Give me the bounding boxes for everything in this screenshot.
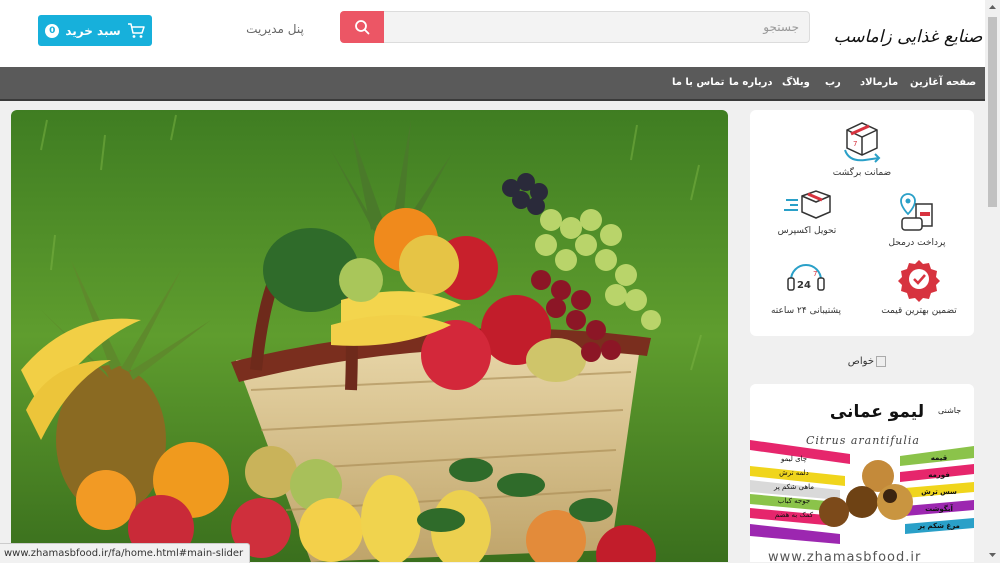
nav-item-about[interactable]: درباره ما xyxy=(729,67,773,99)
svg-text:7: 7 xyxy=(813,270,817,278)
promo-tag: چای لیمو xyxy=(780,455,808,463)
khavas-alt-text: خواص xyxy=(847,355,874,367)
promo-tag: مرغ شکم پر xyxy=(918,522,960,530)
khavas-image-link[interactable]: خواص xyxy=(842,353,886,369)
search-button[interactable] xyxy=(340,11,384,43)
search-bar xyxy=(340,11,810,43)
main-nav: صفحه آغازین مارمالاد رب وبلاگ درباره ما … xyxy=(0,67,985,101)
feature-best-price: تضمین بهترین قیمت xyxy=(876,258,962,316)
promo-tag: فورمه xyxy=(928,471,950,479)
feature-label: پشتیبانی ۲۴ ساعته xyxy=(770,306,842,316)
nav-item-home[interactable]: صفحه آغازین xyxy=(910,67,976,99)
feature-label: پرداخت درمحل xyxy=(888,238,946,248)
search-icon xyxy=(355,20,370,35)
feature-express-delivery: تحویل اکسپرس xyxy=(772,188,842,236)
svg-text:24: 24 xyxy=(797,280,811,291)
feature-label: تحویل اکسپرس xyxy=(777,226,837,236)
promo-tag: قیمه xyxy=(930,454,948,462)
broken-image-icon xyxy=(876,355,886,367)
cart-label: سبد خرید xyxy=(65,23,121,38)
svg-text:7: 7 xyxy=(853,140,857,148)
promo-title: لیمو عمانی xyxy=(829,402,925,422)
promo-url: www.zhamasbfood.ir xyxy=(768,550,922,562)
cart-icon xyxy=(127,22,145,38)
admin-panel-link[interactable]: پنل مدیریت xyxy=(238,19,312,39)
return-box-icon: 7 xyxy=(844,122,881,163)
promo-tag: دلمه ترش xyxy=(779,469,809,477)
promo-tag: ماهی شکم پر xyxy=(773,483,815,491)
promo-latin-name: Citrus arantifulia xyxy=(806,434,920,447)
site-logo[interactable]: صنایع غذایی زاماسب xyxy=(834,18,983,56)
cart-count-badge: 0 xyxy=(45,23,60,38)
location-payment-icon xyxy=(900,193,933,231)
cart-button[interactable]: 0 سبد خرید xyxy=(38,15,152,46)
promo-tag: سس ترش xyxy=(921,488,957,496)
search-input[interactable] xyxy=(384,11,810,43)
features-box: 7 ضمانت برگشت پرداخت درمحل تحویل اکسپرس xyxy=(750,110,974,336)
promo-tag: کمک به هضم xyxy=(774,511,814,519)
promo-tag: جوجه کباب xyxy=(777,497,811,505)
main-slider[interactable] xyxy=(11,110,728,562)
scroll-up-arrow-icon[interactable] xyxy=(985,0,1000,15)
feature-support-24-7: 24 7 پشتیبانی ۲۴ ساعته xyxy=(766,256,846,316)
scroll-down-arrow-icon[interactable] xyxy=(985,547,1000,562)
feature-cash-on-delivery: پرداخت درمحل xyxy=(887,190,947,248)
support-24-7-icon: 24 7 xyxy=(787,264,825,291)
site-header: صنایع غذایی زاماسب پنل مدیریت 0 سبد خرید xyxy=(0,0,985,67)
page-scrollbar[interactable] xyxy=(985,0,1000,562)
nav-item-marmalade[interactable]: مارمالاد xyxy=(860,67,898,99)
dried-lime-promo-banner[interactable]: جاشنی لیمو عمانی Citrus arantifulia چای … xyxy=(750,384,974,562)
best-price-badge-icon xyxy=(898,260,940,302)
promo-brand-prefix: جاشنی xyxy=(938,406,962,415)
browser-status-bar: www.zhamasbfood.ir/fa/home.html#main-sli… xyxy=(0,543,251,563)
feature-label: تضمین بهترین قیمت xyxy=(881,306,957,316)
scrollbar-thumb[interactable] xyxy=(988,17,997,207)
nav-item-paste[interactable]: رب xyxy=(825,67,841,99)
feature-return-guarantee: 7 ضمانت برگشت xyxy=(832,120,892,178)
promo-tags-right: قیمه فورمه سس ترش آبگوشت مرغ شکم پر xyxy=(906,450,972,535)
nav-item-blog[interactable]: وبلاگ xyxy=(782,67,810,99)
feature-label: ضمانت برگشت xyxy=(832,168,892,178)
promo-tags-left: چای لیمو دلمه ترش ماهی شکم پر جوجه کباب … xyxy=(754,452,834,522)
promo-tag: آبگوشت xyxy=(925,505,953,513)
fruit-basket-image xyxy=(11,110,728,562)
nav-item-contact[interactable]: تماس با ما xyxy=(672,67,724,99)
express-delivery-icon xyxy=(784,190,831,219)
